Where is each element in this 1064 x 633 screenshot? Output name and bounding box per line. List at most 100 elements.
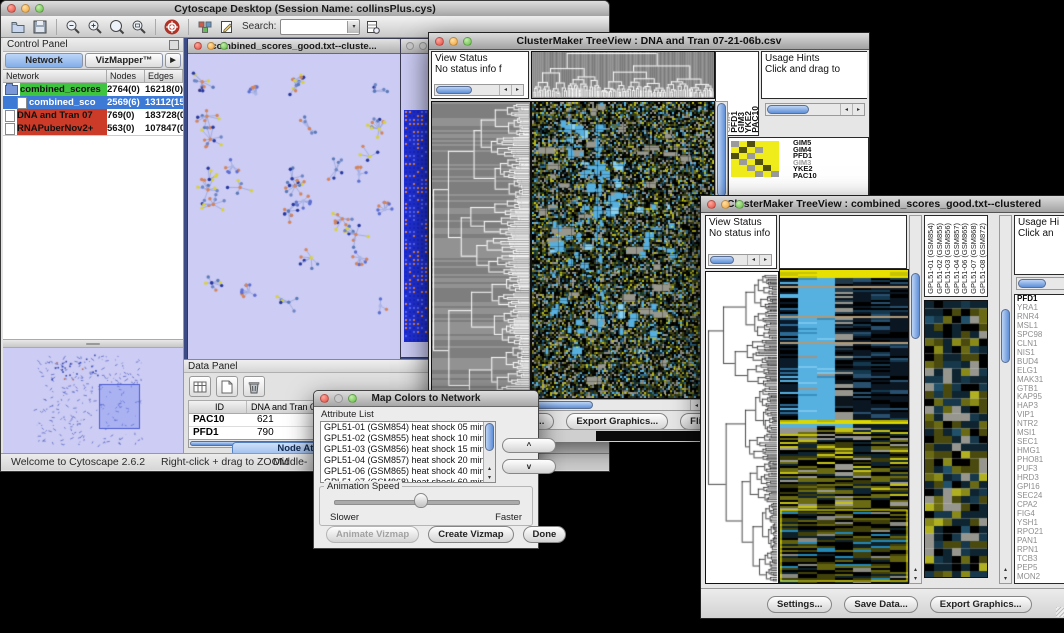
search-input[interactable]: ▾ — [280, 19, 360, 35]
delete-attribute-icon[interactable] — [243, 376, 265, 397]
network-row[interactable]: combined_sco2569(6)13112(15) — [3, 96, 183, 109]
network-window-1-titlebar[interactable]: combined_scores_good.txt--cluste... — [188, 39, 400, 54]
close-button[interactable] — [7, 4, 16, 13]
minimize-button[interactable] — [334, 394, 343, 403]
scroll-left-icon[interactable]: ◂ — [747, 255, 759, 265]
panel-splitter[interactable] — [3, 339, 183, 348]
scrollbar-thumb[interactable] — [767, 105, 809, 114]
dialog-titlebar[interactable]: Map Colors to Network — [314, 391, 538, 407]
cytoscape-titlebar[interactable]: Cytoscape Desktop (Session Name: collins… — [1, 1, 609, 17]
annotation-icon[interactable] — [218, 18, 236, 36]
zoom-button[interactable] — [220, 42, 228, 50]
attribute-browser-icon[interactable] — [364, 18, 382, 36]
matrix-cell[interactable] — [771, 171, 779, 177]
float-panel-icon[interactable] — [169, 40, 179, 50]
scrollbar-thumb[interactable] — [1018, 279, 1046, 288]
treeview1-titlebar[interactable]: ClusterMaker TreeView : DNA and Tran 07-… — [429, 33, 869, 50]
tab-vizmapper[interactable]: VizMapper™ — [85, 53, 163, 68]
scroll-down-icon[interactable]: ▾ — [484, 473, 495, 482]
sample-column-label[interactable]: GPL51-08 (GSM872) — [979, 223, 988, 294]
attribute-item[interactable]: GPL51-02 (GSM855) heat shock 10 min — [321, 433, 483, 444]
zoom-fit-icon[interactable] — [130, 18, 148, 36]
minimize-button[interactable] — [721, 200, 730, 209]
scroll-right-icon[interactable]: ▸ — [852, 104, 864, 115]
scroll-right-icon[interactable]: ▸ — [759, 255, 771, 265]
gene-row-label[interactable]: PAC10 — [793, 173, 817, 180]
close-button[interactable] — [194, 42, 202, 50]
zoom-selected-icon[interactable] — [108, 18, 126, 36]
resize-grip[interactable] — [1056, 607, 1064, 617]
scrollbar-thumb[interactable] — [485, 423, 494, 451]
scrollbar-thumb[interactable] — [911, 273, 920, 339]
close-button[interactable] — [320, 394, 329, 403]
heatmap-horizontal-scrollbar[interactable]: ◂▸ — [531, 399, 715, 411]
view-status-scrollbar[interactable]: ◂▸ — [434, 84, 524, 96]
network-row[interactable]: DNA and Tran 07769(0)183728(0) — [3, 109, 183, 122]
vizmapper-icon[interactable] — [196, 18, 214, 36]
minimize-button[interactable] — [449, 37, 458, 46]
scroll-up-icon[interactable]: ▴ — [910, 565, 921, 574]
scroll-left-icon[interactable]: ◂ — [499, 85, 511, 95]
matrix-cell[interactable] — [755, 171, 763, 177]
settings--button[interactable]: Settings... — [767, 596, 832, 613]
search-dropdown-icon[interactable]: ▾ — [347, 21, 359, 33]
save-icon[interactable] — [31, 18, 49, 36]
network-row[interactable]: RNAPuberNov2+563(0)107847(0) — [3, 122, 183, 135]
minimize-button[interactable] — [419, 42, 427, 50]
column-header-nodes[interactable]: Nodes — [107, 70, 145, 82]
attribute-item[interactable]: GPL51-01 (GSM854) heat shock 05 min — [321, 422, 483, 433]
scroll-down-icon[interactable]: ▾ — [910, 574, 921, 583]
tab-network[interactable]: Network — [5, 53, 83, 68]
view-status-scrollbar[interactable]: ◂▸ — [708, 254, 772, 266]
scrollbar-thumb[interactable] — [1001, 309, 1010, 363]
new-attribute-icon[interactable] — [216, 376, 238, 397]
column-dendrogram-canvas[interactable] — [531, 51, 715, 99]
move-down-button[interactable]: v — [502, 459, 556, 474]
heatmap-canvas[interactable] — [779, 269, 909, 584]
attribute-list-scrollbar[interactable]: ▴▾ — [483, 422, 495, 482]
column-header-network[interactable]: Network — [3, 70, 107, 82]
zoom-button[interactable] — [735, 200, 744, 209]
minimize-button[interactable] — [207, 42, 215, 50]
attribute-item[interactable]: GPL51-04 (GSM857) heat shock 20 min — [321, 455, 483, 466]
scroll-up-icon[interactable]: ▴ — [1000, 565, 1011, 574]
matrix-cell[interactable] — [731, 171, 739, 177]
zoom-button[interactable] — [463, 37, 472, 46]
done-button[interactable]: Done — [523, 526, 567, 543]
heatmap-vertical-scrollbar[interactable]: ▴▾ — [909, 215, 922, 584]
scroll-right-icon[interactable]: ▸ — [511, 85, 523, 95]
usage-hints-scrollbar[interactable] — [1016, 277, 1064, 290]
scrollbar-thumb[interactable] — [436, 86, 472, 94]
export-graphics--button[interactable]: Export Graphics... — [566, 413, 668, 430]
correlation-matrix[interactable] — [731, 141, 779, 177]
scroll-left-icon[interactable]: ◂ — [840, 104, 852, 115]
row-dendrogram-canvas[interactable] — [705, 271, 779, 584]
help-lifesaver-icon[interactable] — [163, 18, 181, 36]
close-button[interactable] — [406, 42, 414, 50]
gene-list-item[interactable]: MON2 — [1015, 573, 1064, 582]
network-view-canvas[interactable] — [188, 54, 398, 359]
scrollbar-thumb[interactable] — [533, 401, 593, 409]
selected-cluster-heatmap-canvas[interactable] — [924, 300, 988, 578]
network-overview-canvas[interactable] — [5, 350, 182, 451]
scroll-up-icon[interactable]: ▴ — [484, 464, 495, 473]
zoom-out-icon[interactable] — [64, 18, 82, 36]
matrix-cell[interactable] — [739, 171, 747, 177]
network-row[interactable]: combined_scores2764(0)16218(0) — [3, 83, 183, 96]
scrollbar-thumb[interactable] — [710, 256, 734, 264]
zoom-button[interactable] — [35, 4, 44, 13]
zoom-button[interactable] — [348, 394, 357, 403]
column-header-edges[interactable]: Edges — [145, 70, 183, 82]
treeview2-titlebar[interactable]: ClusterMaker TreeView : combined_scores_… — [701, 196, 1064, 213]
attribute-item[interactable]: GPL51-03 (GSM856) heat shock 15 min — [321, 444, 483, 455]
scrollbar-thumb[interactable] — [717, 103, 726, 197]
scroll-down-icon[interactable]: ▾ — [1000, 574, 1011, 583]
animate-vizmap-button[interactable]: Animate Vizmap — [326, 526, 419, 543]
global-view-thumbnail[interactable] — [596, 431, 713, 441]
row-dendrogram-canvas[interactable] — [431, 101, 531, 427]
zoom-in-icon[interactable] — [86, 18, 104, 36]
gene-column-label[interactable]: PAC10 — [752, 106, 759, 133]
usage-hints-scrollbar[interactable]: ◂▸ — [765, 103, 865, 116]
close-button[interactable] — [707, 200, 716, 209]
cluster-vertical-scrollbar[interactable]: ▴▾ — [999, 215, 1012, 584]
